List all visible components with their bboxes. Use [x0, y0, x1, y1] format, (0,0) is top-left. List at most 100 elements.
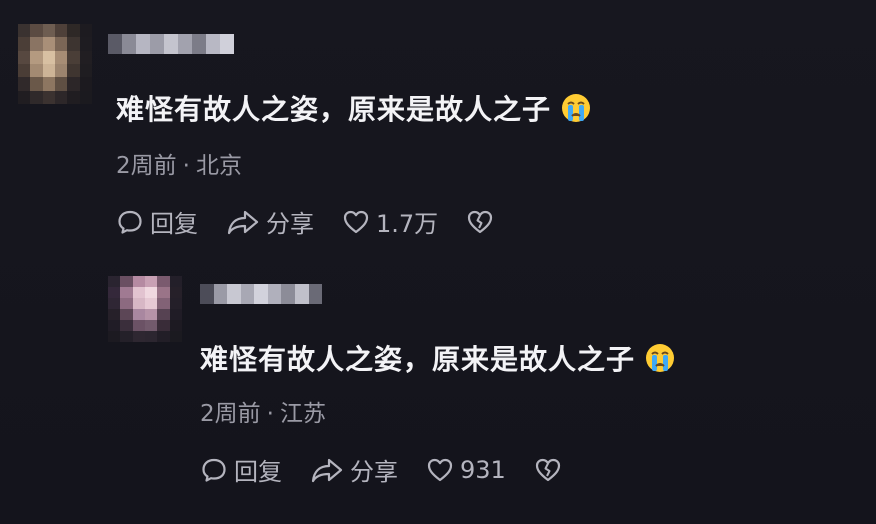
mosaic-cell: [108, 320, 121, 331]
mosaic-cell: [169, 331, 182, 342]
mosaic-cell: [157, 276, 170, 287]
mosaic-cell: [42, 63, 55, 78]
comment-meta: 2周前 · 北京: [116, 146, 242, 180]
avatar[interactable]: [18, 24, 92, 104]
meta-separator: ·: [182, 153, 190, 179]
crying-face-icon: [646, 344, 675, 372]
mosaic-cell: [54, 63, 68, 78]
mosaic-cell: [136, 34, 150, 54]
mosaic-cell: [30, 24, 43, 38]
dislike-button[interactable]: [534, 456, 568, 484]
broken-heart-icon: [468, 210, 493, 233]
mosaic-cell: [79, 24, 92, 38]
mosaic-cell: [18, 90, 31, 104]
reply-button[interactable]: 回复: [200, 452, 282, 487]
mosaic-cell: [108, 331, 121, 342]
comment-meta: 2周前 · 江苏: [200, 394, 326, 428]
mosaic-cell: [227, 284, 241, 304]
dislike-button[interactable]: [466, 208, 500, 236]
chat-bubble-icon: [202, 458, 226, 482]
mosaic-cell: [144, 276, 158, 287]
mosaic-cell: [254, 284, 268, 304]
mosaic-cell: [18, 63, 31, 78]
mosaic-cell: [157, 331, 170, 342]
mosaic-cell: [164, 34, 178, 54]
heart-icon: [427, 458, 453, 481]
mosaic-cell: [169, 276, 182, 287]
mosaic-cell: [157, 309, 170, 320]
mosaic-cell: [132, 287, 145, 298]
mosaic-cell: [18, 37, 31, 51]
username-blurred[interactable]: [200, 284, 322, 304]
mosaic-cell: [42, 90, 55, 104]
like-button[interactable]: 1.7万: [342, 204, 438, 239]
mosaic-cell: [144, 309, 158, 320]
mosaic-cell: [132, 309, 145, 320]
mosaic-cell: [18, 24, 31, 38]
mosaic-cell: [30, 90, 43, 104]
reply-button[interactable]: 回复: [116, 204, 198, 239]
mosaic-cell: [79, 50, 92, 64]
mosaic-cell: [30, 50, 43, 64]
mosaic-cell: [30, 63, 43, 78]
comment-body: 难怪有故人之姿，原来是故人之子: [116, 93, 552, 126]
mosaic-cell: [108, 287, 121, 298]
mosaic-cell: [169, 298, 182, 309]
mosaic-cell: [79, 37, 92, 51]
mosaic-cell: [240, 284, 255, 304]
mosaic-cell: [108, 298, 121, 309]
share-button[interactable]: 分享: [226, 204, 314, 239]
share-button[interactable]: 分享: [310, 452, 398, 487]
share-label: 分享: [350, 458, 398, 486]
mosaic-cell: [67, 90, 80, 104]
mosaic-cell: [192, 34, 206, 54]
mosaic-cell: [144, 331, 158, 342]
mosaic-cell: [169, 320, 182, 331]
reply-label: 回复: [234, 458, 282, 486]
mosaic-cell: [150, 34, 164, 54]
mosaic-cell: [144, 298, 158, 309]
mosaic-cell: [54, 77, 68, 91]
comment-thread: 难怪有故人之姿，原来是故人之子 2周前 · 北京 回复 分享 1.7万 难怪有故…: [0, 0, 876, 524]
mosaic-cell: [144, 320, 158, 331]
mosaic-cell: [79, 77, 92, 91]
mosaic-cell: [79, 63, 92, 78]
share-arrow-icon: [311, 458, 343, 482]
mosaic-cell: [132, 298, 145, 309]
mosaic-cell: [157, 287, 170, 298]
mosaic-cell: [178, 34, 192, 54]
username-blurred[interactable]: [108, 34, 234, 54]
mosaic-cell: [132, 276, 145, 287]
mosaic-cell: [18, 50, 31, 64]
mosaic-cell: [42, 24, 55, 38]
avatar[interactable]: [108, 276, 182, 342]
mosaic-cell: [42, 77, 55, 91]
reply-label: 回复: [150, 210, 198, 238]
comment-actions: 回复 分享 1.7万: [116, 204, 500, 239]
mosaic-cell: [120, 320, 133, 331]
mosaic-cell: [281, 284, 295, 304]
meta-separator: ·: [266, 401, 274, 427]
mosaic-cell: [132, 320, 145, 331]
mosaic-cell: [200, 284, 214, 304]
mosaic-cell: [18, 77, 31, 91]
heart-icon: [343, 210, 369, 233]
mosaic-cell: [108, 276, 121, 287]
mosaic-cell: [169, 287, 182, 298]
mosaic-cell: [42, 50, 55, 64]
like-count: 931: [460, 455, 506, 484]
like-button[interactable]: 931: [426, 456, 506, 484]
mosaic-cell: [267, 284, 282, 304]
mosaic-cell: [213, 284, 228, 304]
mosaic-cell: [132, 331, 145, 342]
mosaic-cell: [67, 50, 80, 64]
mosaic-cell: [308, 284, 322, 304]
mosaic-cell: [30, 77, 43, 91]
comment-body: 难怪有故人之姿，原来是故人之子: [200, 343, 636, 376]
mosaic-cell: [144, 287, 158, 298]
share-label: 分享: [266, 210, 314, 238]
mosaic-cell: [79, 90, 92, 104]
mosaic-cell: [108, 309, 121, 320]
crying-face-icon: [562, 94, 591, 122]
share-arrow-icon: [227, 210, 259, 234]
